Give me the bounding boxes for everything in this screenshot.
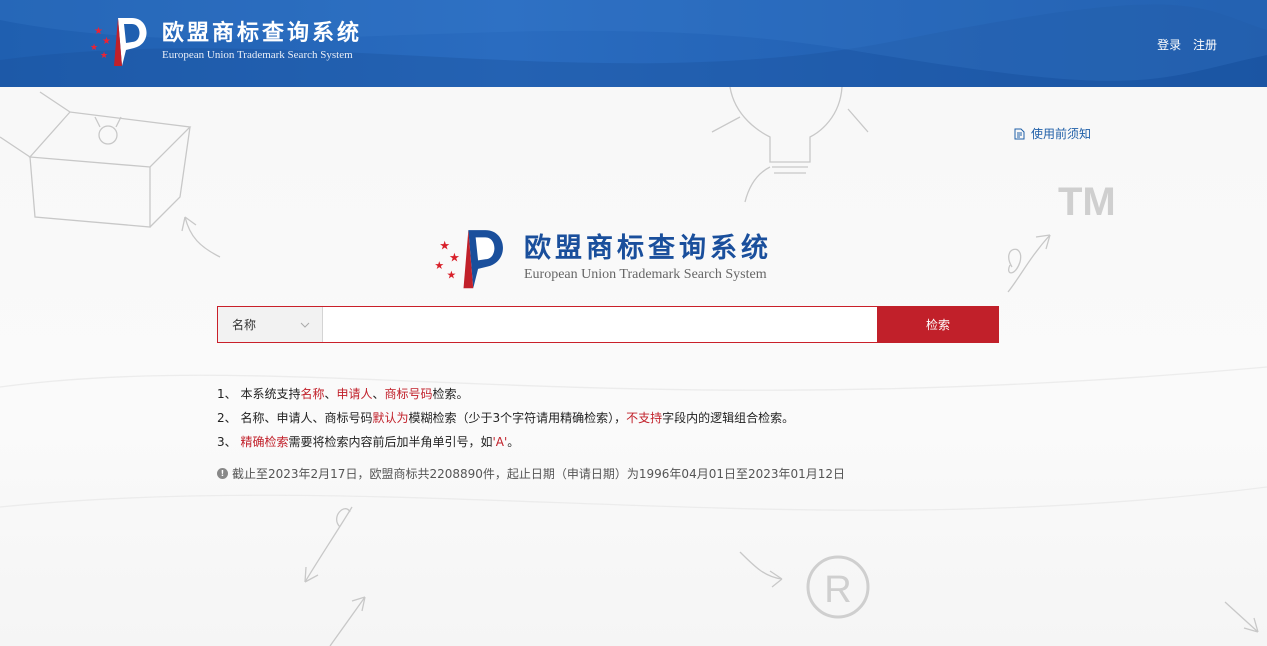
tip-text: 模糊检索（少于3个字符请用精确检索）， — [408, 411, 627, 425]
header-title-en: European Union Trademark Search System — [162, 49, 353, 61]
tip-highlight: 不支持 — [626, 411, 663, 425]
center-brand: ★ ★ ★ ★ 欧盟商标查询系统 European Union Trademar… — [432, 225, 772, 291]
usage-notice-label: 使用前须知 — [1031, 127, 1092, 141]
tip-text: 1、 本系统支持 — [217, 387, 301, 401]
tm-mark-decor: TM — [1058, 180, 1116, 224]
tip-text: 、 — [372, 387, 385, 401]
search-button[interactable]: 检索 — [877, 306, 999, 343]
eu-logo-icon: ★ ★ ★ ★ — [434, 230, 503, 289]
header-title-cn: 欧盟商标查询系统 — [162, 21, 363, 46]
search-field-selected: 名称 — [232, 318, 257, 332]
search-field-select[interactable]: 名称 — [218, 307, 323, 342]
background-sketch-decor: TM R — [0, 87, 1267, 646]
search-input[interactable] — [323, 307, 877, 342]
stat-text: 截止至2023年2月17日，欧盟商标共2208890件，起止日期（申请日期）为1… — [232, 467, 846, 481]
tip-highlight: 申请人 — [336, 387, 373, 401]
header-brand[interactable]: ★ ★ ★ ★ 欧盟商标查询系统 European Union Trademar… — [88, 14, 362, 68]
tip-line-1: 1、 本系统支持名称、申请人、商标号码检索。 — [217, 382, 794, 406]
tip-text: 字段内的逻辑组合检索。 — [662, 411, 795, 425]
login-link[interactable]: 登录 — [1157, 38, 1181, 52]
main-area: TM R 使用前须知 ★ ★ ★ ★ 欧盟商标查询系统 European Uni… — [0, 87, 1267, 646]
svg-text:★: ★ — [447, 269, 457, 282]
center-title-en: European Union Trademark Search System — [524, 267, 767, 282]
tip-highlight: 名称 — [300, 387, 325, 401]
tip-text: 3、 — [217, 435, 241, 449]
tip-highlight: 商标号码 — [384, 387, 433, 401]
tip-highlight: 精确检索 — [240, 435, 289, 449]
svg-text:★: ★ — [90, 43, 98, 53]
search-tips: 1、 本系统支持名称、申请人、商标号码检索。 2、 名称、申请人、商标号码默认为… — [217, 382, 794, 454]
tip-text: 需要将检索内容前后加半角单引号，如 — [288, 435, 493, 449]
tip-highlight: 默认为 — [372, 411, 409, 425]
info-icon: ! — [217, 468, 228, 479]
tip-highlight: 'A' — [492, 435, 508, 449]
auth-links: 登录 注册 — [1149, 36, 1217, 53]
stat-info: ! 截止至2023年2月17日，欧盟商标共2208890件，起止日期（申请日期）… — [217, 465, 845, 482]
tip-text: 检索。 — [432, 387, 469, 401]
svg-text:★: ★ — [449, 251, 460, 265]
tip-text: 2、 名称、申请人、商标号码 — [217, 411, 373, 425]
eu-logo-icon: ★ ★ ★ ★ — [90, 18, 147, 66]
tip-line-3: 3、 精确检索需要将检索内容前后加半角单引号，如'A'。 — [217, 430, 794, 454]
usage-notice-link[interactable]: 使用前须知 — [1014, 125, 1091, 142]
tip-text: 。 — [507, 435, 520, 449]
search-bar: 名称 检索 — [217, 306, 999, 343]
r-mark-decor: R — [824, 569, 851, 611]
register-link[interactable]: 注册 — [1193, 38, 1217, 52]
svg-text:★: ★ — [434, 259, 444, 272]
top-header: ★ ★ ★ ★ 欧盟商标查询系统 European Union Trademar… — [0, 0, 1267, 87]
svg-text:★: ★ — [102, 36, 111, 47]
svg-text:★: ★ — [100, 51, 108, 61]
center-title-cn: 欧盟商标查询系统 — [524, 233, 772, 264]
tip-line-2: 2、 名称、申请人、商标号码默认为模糊检索（少于3个字符请用精确检索），不支持字… — [217, 406, 794, 430]
tip-text: 、 — [324, 387, 337, 401]
chevron-down-icon — [300, 322, 310, 328]
document-icon — [1014, 128, 1025, 139]
